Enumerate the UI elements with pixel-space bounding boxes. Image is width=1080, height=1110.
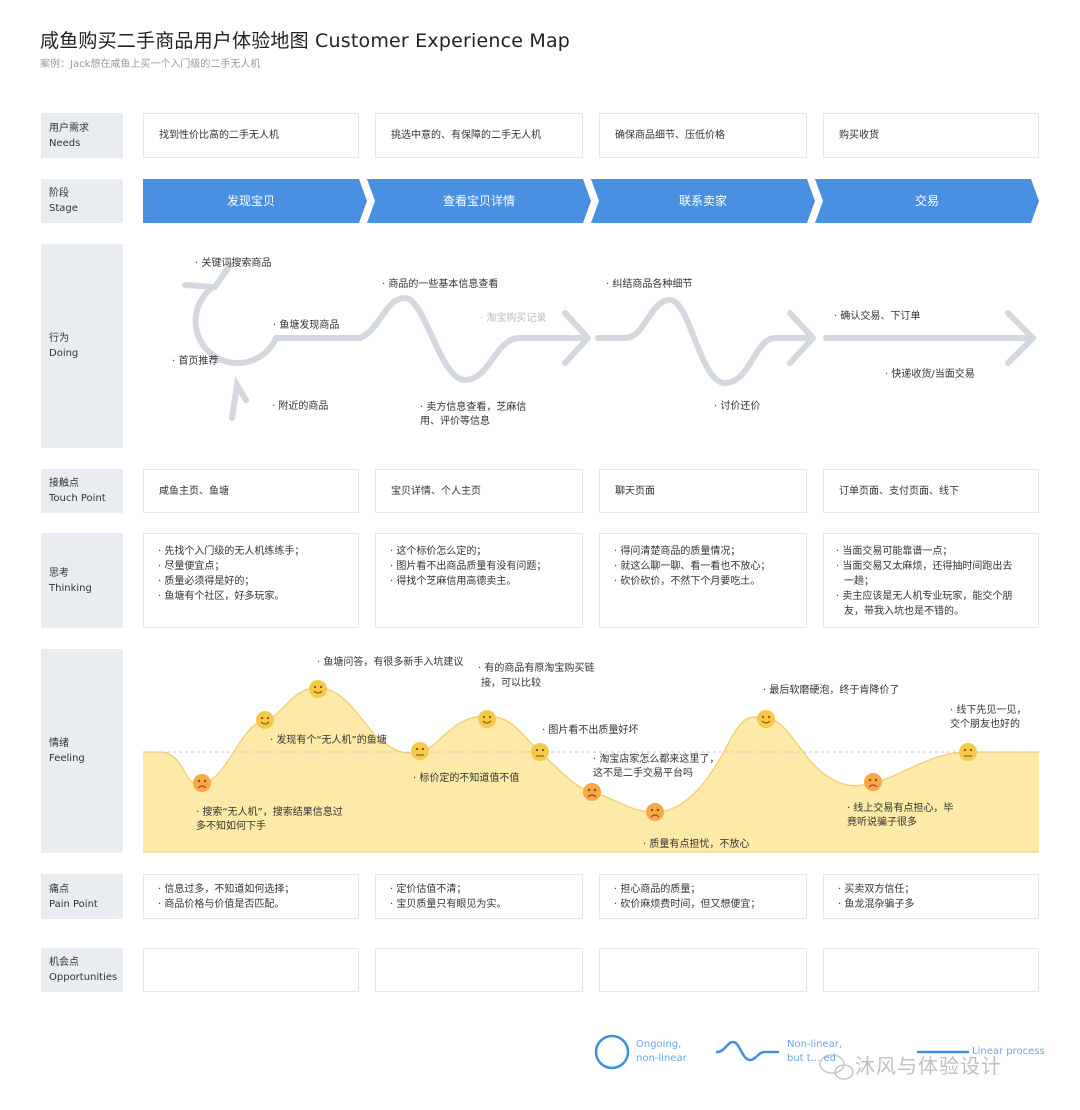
feeling-label: · 质量有点担忧，不放心 bbox=[643, 839, 750, 850]
painpoint-line: · 信息过多，不知道如何选择； bbox=[158, 884, 295, 895]
nonlinear-wave-arrow bbox=[595, 297, 816, 386]
thinking-line: · 当面交易又太麻烦，还得抽时间跑出去 bbox=[836, 561, 1013, 572]
thinking-line: · 先找个入门级的无人机练练手； bbox=[158, 546, 305, 557]
thinking-line: · 质量必须得是好的； bbox=[158, 576, 255, 587]
feeling-label: 交个朋友也好的 bbox=[950, 719, 1020, 730]
painpoint-line: · 商品价格与价值是否匹配。 bbox=[158, 899, 285, 910]
painpoint-line: · 定价估值不清； bbox=[390, 884, 467, 895]
feeling-label: · 线上交易有点担心，毕 bbox=[847, 803, 954, 814]
opportunity-cell bbox=[823, 948, 1039, 992]
ongoing-circle-arrow bbox=[182, 262, 363, 421]
doing-label: · 关键词搜索商品 bbox=[195, 258, 272, 269]
thinking-line: · 这个标价怎么定的； bbox=[390, 546, 487, 557]
legend-text: Ongoing, bbox=[636, 1039, 682, 1050]
touchpoint-cell: 宝贝详情、个人主页 bbox=[375, 469, 583, 513]
feeling-label: 竟听说骗子很多 bbox=[847, 817, 917, 828]
painpoint-line: · 鱼龙混杂骗子多 bbox=[838, 899, 915, 910]
nonlinear-wave-arrow bbox=[357, 295, 591, 383]
painpoint-line: · 宝贝质量只有眼见为实。 bbox=[390, 899, 507, 910]
doing-label: · 讨价还价 bbox=[714, 401, 761, 412]
opportunity-cell bbox=[375, 948, 583, 992]
doing-label: · 首页推荐 bbox=[172, 356, 219, 367]
sad-face-icon bbox=[583, 783, 601, 801]
stage-label: 发现宝贝 bbox=[226, 194, 275, 208]
watermark-text: 沐风与体验设计 bbox=[855, 1054, 1002, 1078]
opportunity-cell bbox=[143, 948, 359, 992]
legend-ongoing-label: Ongoing, non-linear bbox=[636, 1038, 687, 1066]
feeling-label: · 鱼塘问答，有很多新手入坑建议 bbox=[317, 657, 464, 668]
doing-label: · 纠结商品各种细节 bbox=[606, 279, 693, 290]
thinking-line: · 就这么聊一聊、看一看也不放心； bbox=[614, 561, 771, 572]
touchpoint-cell: 咸鱼主页、鱼塘 bbox=[143, 469, 359, 513]
stage-label: 交易 bbox=[914, 194, 939, 208]
sad-face-icon bbox=[646, 803, 664, 821]
legend-text: non-linear bbox=[636, 1053, 687, 1064]
thinking-cell: · 得问清楚商品的质量情况； · 就这么聊一聊、看一看也不放心； · 砍价砍价，… bbox=[599, 533, 807, 628]
thinking-line: 一趟； bbox=[844, 576, 874, 587]
feeling-label: · 搜索“无人机”，搜索结果信息过 bbox=[196, 807, 343, 818]
thinking-line: · 鱼塘有个社区，好多玩家。 bbox=[158, 591, 285, 602]
neutral-face-icon bbox=[411, 742, 429, 760]
doing-label: · 确认交易、下订单 bbox=[834, 311, 921, 322]
feeling-label: 这不是二手交易平台吗 bbox=[593, 768, 693, 779]
legend-circle-icon bbox=[594, 1034, 630, 1070]
thinking-line: · 尽量便宜点； bbox=[158, 561, 225, 572]
legend-text: but t... ed bbox=[787, 1053, 836, 1064]
sad-face-icon bbox=[864, 773, 882, 791]
happy-face-icon bbox=[309, 680, 327, 698]
happy-face-icon bbox=[478, 710, 496, 728]
doing-label: · 淘宝购买记录 bbox=[480, 313, 547, 324]
neutral-face-icon bbox=[531, 743, 549, 761]
legend-nonlinear-label: Non-linear, but t... ed bbox=[787, 1038, 842, 1066]
neutral-face-icon bbox=[959, 743, 977, 761]
thinking-line: · 得问清楚商品的质量情况； bbox=[614, 546, 741, 557]
happy-face-icon bbox=[256, 711, 274, 729]
feeling-label: · 标价定的不知道值不值 bbox=[413, 773, 520, 784]
painpoint-cell: · 定价估值不清； · 宝贝质量只有眼见为实。 bbox=[375, 874, 583, 919]
painpoint-cell: · 买卖双方信任； · 鱼龙混杂骗子多 bbox=[823, 874, 1039, 919]
feeling-label: · 有的商品有原淘宝购买链 bbox=[478, 663, 595, 674]
touchpoint-cell: 订单页面、支付页面、线下 bbox=[823, 469, 1039, 513]
doing-label: · 卖方信息查看，芝麻信 bbox=[420, 402, 527, 413]
thinking-line: · 图片看不出商品质量有没有问题； bbox=[390, 561, 547, 572]
painpoint-line: · 担心商品的质量； bbox=[614, 884, 701, 895]
thinking-cell: · 当面交易可能靠谱一点； · 当面交易又太麻烦，还得抽时间跑出去 一趟； · … bbox=[823, 533, 1039, 628]
feeling-label: · 线下先见一见， bbox=[950, 705, 1027, 716]
thinking-line: · 当面交易可能靠谱一点； bbox=[836, 546, 953, 557]
thinking-cell: · 这个标价怎么定的； · 图片看不出商品质量有没有问题； · 得找个芝麻信用高… bbox=[375, 533, 583, 628]
doing-label: · 鱼塘发现商品 bbox=[273, 320, 340, 331]
thinking-line: · 砍价砍价，不然下个月要吃土。 bbox=[614, 576, 761, 587]
thinking-line: · 得找个芝麻信用高德卖主。 bbox=[390, 576, 517, 587]
legend-wave-icon bbox=[715, 1040, 780, 1062]
feeling-label: · 最后软磨硬泡，终于肯降价了 bbox=[763, 685, 900, 696]
painpoint-cell: · 信息过多，不知道如何选择； · 商品价格与价值是否匹配。 bbox=[143, 874, 359, 919]
feeling-label: · 发现有个“无人机”的鱼塘 bbox=[270, 735, 387, 746]
stage-label: 联系卖家 bbox=[678, 194, 727, 208]
painpoint-line: · 买卖双方信任； bbox=[838, 884, 915, 895]
painpoint-cell: · 担心商品的质量； · 砍价麻烦费时间，但又想便宜； bbox=[599, 874, 807, 919]
feeling-label: · 淘宝店家怎么都来这里了， bbox=[593, 754, 720, 765]
stage-label: 查看宝贝详情 bbox=[442, 194, 515, 208]
thinking-line: · 卖主应该是无人机专业玩家，能交个朋 bbox=[836, 591, 1013, 602]
thinking-line: 友，带我入坑也是不错的。 bbox=[844, 606, 964, 617]
painpoint-line: · 砍价麻烦费时间，但又想便宜； bbox=[614, 899, 761, 910]
opportunity-cell bbox=[599, 948, 807, 992]
doing-label: · 商品的一些基本信息查看 bbox=[382, 279, 499, 290]
happy-face-icon bbox=[757, 710, 775, 728]
legend-text: Non-linear, bbox=[787, 1039, 843, 1050]
feeling-label: 接，可以比较 bbox=[481, 678, 541, 689]
doing-label: · 快递收货/当面交易 bbox=[885, 369, 975, 380]
touchpoint-cell: 聊天页面 bbox=[599, 469, 807, 513]
doing-label: · 附近的商品 bbox=[272, 401, 329, 412]
feeling-label: 多不知如何下手 bbox=[196, 821, 266, 832]
thinking-cell: · 先找个入门级的无人机练练手； · 尽量便宜点； · 质量必须得是好的； · … bbox=[143, 533, 359, 628]
feeling-label: · 图片看不出质量好坏 bbox=[542, 725, 639, 736]
sad-face-icon bbox=[193, 774, 211, 792]
doing-label: 用、评价等信息 bbox=[420, 416, 490, 427]
